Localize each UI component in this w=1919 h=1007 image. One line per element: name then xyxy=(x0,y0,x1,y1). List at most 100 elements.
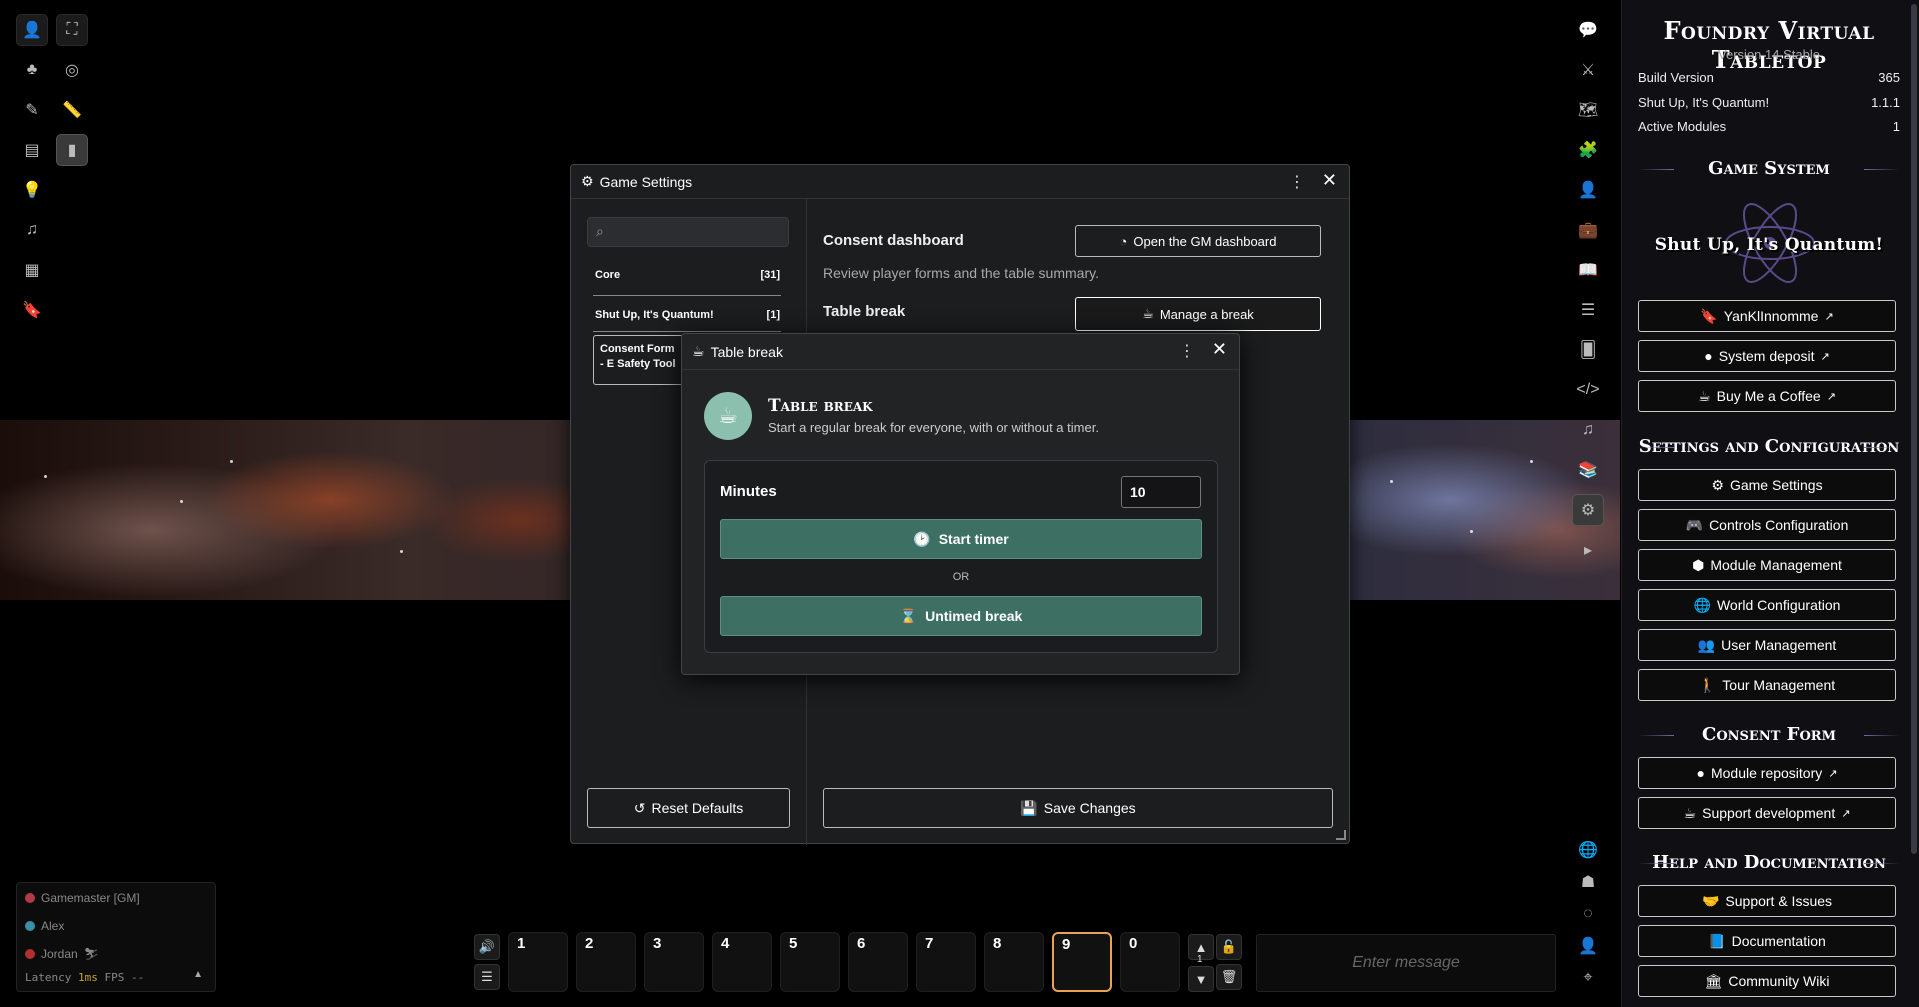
volume-icon[interactable]: 🔊 xyxy=(474,934,500,960)
notes-controls-icon[interactable]: 🔖 xyxy=(16,294,48,326)
player-item[interactable]: Alex xyxy=(25,919,64,933)
drawing-controls-icon[interactable]: ✎ xyxy=(16,94,48,126)
button-label: Start timer xyxy=(938,531,1009,547)
untimed-break-button[interactable]: ⌛ Untimed break xyxy=(720,596,1202,636)
minutes-input[interactable] xyxy=(1121,476,1201,508)
buy-coffee-button[interactable]: ☕ Buy Me a Coffee ↗ xyxy=(1638,380,1896,412)
chat-message-input[interactable]: Enter message xyxy=(1256,934,1556,992)
category-core[interactable]: Core [31] xyxy=(595,269,780,281)
module-repository-button[interactable]: ● Module repository ↗ xyxy=(1638,757,1896,789)
documentation-button[interactable]: 📘 Documentation xyxy=(1638,925,1896,957)
trash-icon[interactable]: 🗑 xyxy=(1216,964,1242,990)
coffee-icon: ☕ xyxy=(1698,387,1711,404)
category-consent-form[interactable]: Consent Form - E Safety Tool xyxy=(593,335,687,385)
community-wiki-button[interactable]: 🏛 Community Wiki xyxy=(1638,965,1896,997)
coffee-icon: ☕ xyxy=(1142,306,1154,321)
sounds-controls-icon[interactable]: ♫ xyxy=(16,214,48,246)
ruler-icon[interactable]: 📏 xyxy=(56,94,88,126)
player-item[interactable]: Jordan ⛷ xyxy=(25,947,99,961)
manage-break-button[interactable]: ☕ Manage a break xyxy=(1075,297,1321,331)
items-tab-icon[interactable]: 💼 xyxy=(1572,214,1604,246)
module-management-button[interactable]: ⬢ Module Management xyxy=(1638,549,1896,581)
tour-management-button[interactable]: 🚶 Tour Management xyxy=(1638,669,1896,701)
window-title: Table break xyxy=(710,343,783,360)
player-item[interactable]: Gamemaster [GM] xyxy=(25,891,140,905)
lighting-controls-icon[interactable]: 💡 xyxy=(16,174,48,206)
cube-icon: ⬢ xyxy=(1692,556,1705,573)
category-system[interactable]: Shut Up, It's Quantum! [1] xyxy=(595,309,780,321)
playlists-tab-icon[interactable]: ♫ xyxy=(1572,414,1604,446)
game-settings-button[interactable]: ⚙ Game Settings xyxy=(1638,469,1896,501)
author-link-button[interactable]: 🔖 YanKlInnomme ↗ xyxy=(1638,300,1896,332)
button-label: Support development xyxy=(1702,805,1836,821)
token-controls-icon[interactable]: 👤 xyxy=(16,14,48,46)
open-gm-dashboard-button[interactable]: ◔ Open the GM dashboard xyxy=(1075,225,1321,257)
expand-caret-icon[interactable]: ▲ xyxy=(193,969,203,980)
system-deposit-button[interactable]: ● System deposit ↗ xyxy=(1638,340,1896,372)
broom-icon[interactable]: ⌖ xyxy=(1572,962,1604,994)
page-down-icon[interactable]: ▼ xyxy=(1188,966,1214,992)
world-configuration-button[interactable]: 🌐 World Configuration xyxy=(1638,589,1896,621)
player-name: Jordan xyxy=(41,947,78,961)
hotbar-slot[interactable]: 5 xyxy=(780,932,840,992)
latency-value: 1ms xyxy=(77,971,98,984)
walls-controls-icon[interactable]: ▤ xyxy=(16,134,48,166)
hotbar-slot[interactable]: 6 xyxy=(848,932,908,992)
sidebar-scrollbar[interactable] xyxy=(1911,4,1917,854)
support-issues-button[interactable]: 🤝 Support & Issues xyxy=(1638,885,1896,917)
close-icon[interactable]: ✕ xyxy=(1212,339,1227,360)
target-icon[interactable]: ◎ xyxy=(56,54,88,86)
kebab-menu-icon[interactable]: ⋮ xyxy=(1289,172,1305,192)
fullscreen-icon[interactable]: ⛶ xyxy=(56,14,88,46)
table-break-dialog: ☕ Table break ⋮ ✕ ☕ Table break Start a … xyxy=(681,333,1240,675)
start-timer-button[interactable]: 🕑 Start timer xyxy=(720,519,1202,559)
compendium-tab-icon[interactable]: 📚 xyxy=(1572,454,1604,486)
hide-icon[interactable]: ◌ xyxy=(1572,898,1604,930)
modules-tab-icon[interactable]: 🧩 xyxy=(1572,134,1604,166)
cards-tab-icon[interactable]: 🂠 xyxy=(1572,334,1604,366)
hotbar-slot[interactable]: 4 xyxy=(712,932,772,992)
ghost-icon[interactable]: ☗ xyxy=(1572,866,1604,898)
hotbar-slot[interactable]: 1 xyxy=(508,932,568,992)
player-color-dot xyxy=(25,921,35,931)
gears-icon: ⚙ xyxy=(1711,476,1724,493)
support-development-button[interactable]: ☕ Support development ↗ xyxy=(1638,797,1896,829)
reset-defaults-button[interactable]: ↺ Reset Defaults xyxy=(587,788,790,828)
journal-tab-icon[interactable]: 📖 xyxy=(1572,254,1604,286)
close-icon[interactable]: ✕ xyxy=(1322,170,1337,191)
kebab-menu-icon[interactable]: ⋮ xyxy=(1179,341,1195,361)
globe-icon[interactable]: 🌐 xyxy=(1572,834,1604,866)
window-header[interactable]: ☕ Table break ⋮ ✕ xyxy=(682,334,1239,370)
hotbar-slot[interactable]: 8 xyxy=(984,932,1044,992)
hotbar-slot-active[interactable]: 9 xyxy=(1052,932,1112,992)
coffee-icon: ☕ xyxy=(704,392,752,440)
hotbar-slot[interactable]: 2 xyxy=(576,932,636,992)
hotbar-slot[interactable]: 7 xyxy=(916,932,976,992)
system-logo: Shut Up, It's Quantum! xyxy=(1652,195,1886,295)
combat-tab-icon[interactable]: ⚔ xyxy=(1572,54,1604,86)
button-label: Documentation xyxy=(1731,933,1826,949)
menu-icon[interactable]: ☰ xyxy=(474,964,500,990)
settings-search-input[interactable]: ⌕ xyxy=(587,217,789,247)
hotbar-slot[interactable]: 0 xyxy=(1120,932,1180,992)
macros-tab-icon[interactable]: </> xyxy=(1572,374,1604,406)
actors-tab-icon[interactable]: 👤 xyxy=(1572,174,1604,206)
tables-tab-icon[interactable]: ☰ xyxy=(1572,294,1604,326)
save-changes-button[interactable]: 💾 Save Changes xyxy=(823,788,1333,828)
user-icon[interactable]: 👤 xyxy=(1572,930,1604,962)
button-label: Support & Issues xyxy=(1725,893,1833,909)
resize-handle[interactable] xyxy=(1336,830,1346,840)
collapse-sidebar-icon[interactable]: ▸ xyxy=(1572,534,1604,566)
settings-tab-icon[interactable]: ⚙ xyxy=(1572,494,1604,526)
globe-icon: 🌐 xyxy=(1693,596,1711,613)
delete-icon[interactable]: ▮ xyxy=(56,134,88,166)
scenes-tab-icon[interactable]: 🗺 xyxy=(1572,94,1604,126)
lock-icon[interactable]: 🔓 xyxy=(1216,934,1242,960)
window-header[interactable]: ⚙ Game Settings ⋮ ✕ xyxy=(571,165,1349,199)
user-management-button[interactable]: 👥 User Management xyxy=(1638,629,1896,661)
controls-configuration-button[interactable]: 🎮 Controls Configuration xyxy=(1638,509,1896,541)
tiles-controls-icon[interactable]: ♣ xyxy=(16,54,48,86)
hotbar-slot[interactable]: 3 xyxy=(644,932,704,992)
chat-tab-icon[interactable]: 💬 xyxy=(1572,14,1604,46)
regions-controls-icon[interactable]: ▦ xyxy=(16,254,48,286)
